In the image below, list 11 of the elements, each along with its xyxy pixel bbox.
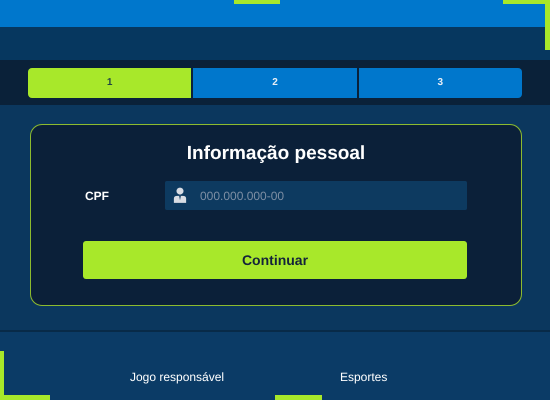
footer-link[interactable]: Esportes bbox=[340, 370, 550, 384]
step-tab[interactable]: 1 bbox=[28, 68, 192, 98]
accent-stripe bbox=[275, 395, 322, 400]
cpf-input-field[interactable]: 000.000.000-00 bbox=[165, 181, 467, 210]
footer-link[interactable]: Jogo responsável bbox=[130, 370, 340, 384]
form-title: Informação pessoal bbox=[186, 143, 366, 165]
field-label: CPF bbox=[85, 188, 110, 202]
step-tab[interactable]: 3 bbox=[358, 68, 522, 98]
accent-stripe bbox=[234, 0, 280, 4]
continue-button[interactable]: Continuar bbox=[83, 241, 467, 279]
step-tab[interactable]: 2 bbox=[193, 68, 357, 98]
